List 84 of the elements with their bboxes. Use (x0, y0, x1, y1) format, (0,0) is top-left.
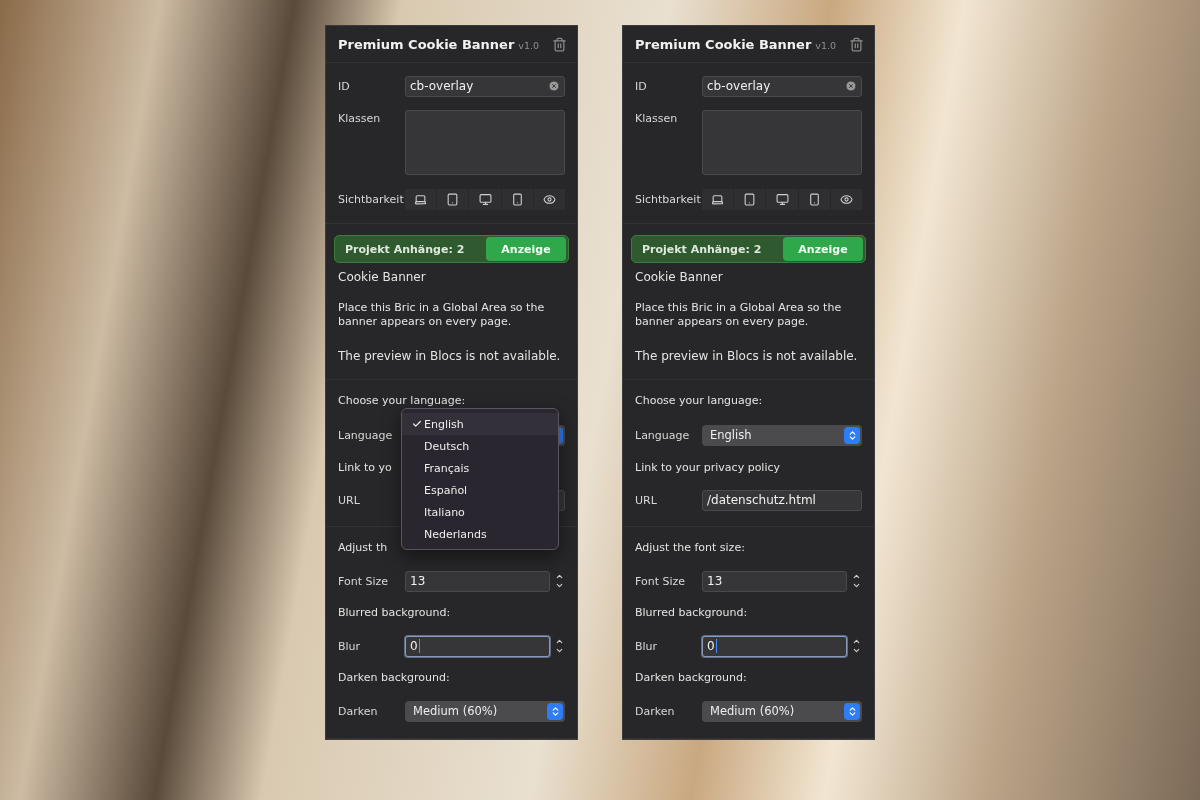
select-arrows-icon (547, 702, 563, 720)
laptop-icon (711, 192, 725, 206)
monitor-view-button[interactable] (469, 188, 501, 210)
darken-select[interactable]: Medium (60%) (702, 700, 862, 722)
attachments-label: Projekt Anhänge: 2 (345, 242, 465, 256)
section-heading: Adjust th (338, 540, 388, 556)
laptop-view-button[interactable] (702, 188, 734, 210)
field-label: ID (338, 79, 351, 93)
language-select[interactable]: English (702, 424, 862, 446)
tablet-view-button[interactable] (734, 188, 766, 210)
url-field[interactable]: /datenschutz.html (702, 489, 862, 511)
classes-field[interactable] (702, 110, 862, 175)
laptop-view-button[interactable] (405, 188, 437, 210)
tablet-icon (446, 192, 460, 206)
description-text: Place this Bric in a Global Area so the banner appears on every page. (338, 301, 546, 329)
version-label: v1.0 (518, 39, 540, 51)
monitor-view-button[interactable] (766, 188, 798, 210)
field-label: Klassen (635, 111, 679, 125)
bric-name: Cookie Banner (338, 270, 427, 284)
classes-field[interactable] (405, 110, 565, 175)
section-heading: Adjust the font size: (635, 540, 745, 556)
laptop-icon (414, 192, 428, 206)
bric-name: Cookie Banner (635, 270, 724, 284)
field-label: Language (338, 428, 394, 442)
field-label: ID (635, 79, 648, 93)
eye-view-button[interactable] (533, 188, 565, 210)
section-heading: Choose your language: (338, 393, 466, 409)
blur-field[interactable]: 0 (405, 635, 550, 657)
id-field[interactable]: cb-overlay (405, 75, 565, 97)
tablet-view-button[interactable] (437, 188, 469, 210)
id-field[interactable]: cb-overlay (702, 75, 862, 97)
monitor-icon (775, 192, 789, 206)
field-label: URL (635, 493, 658, 507)
phone-icon (510, 192, 524, 206)
field-label: Darken (338, 704, 379, 718)
menu-item[interactable]: Deutsch (402, 435, 558, 457)
clear-icon[interactable] (845, 80, 857, 92)
eye-icon (839, 192, 853, 206)
section-heading: Blurred background: (338, 605, 451, 621)
field-label: Klassen (338, 111, 382, 125)
section-heading: Darken background: (635, 670, 747, 686)
menu-item[interactable]: Français (402, 457, 558, 479)
monitor-icon (478, 192, 492, 206)
trash-icon[interactable] (552, 36, 567, 52)
tablet-icon (743, 192, 757, 206)
trash-icon[interactable] (849, 36, 864, 52)
field-label: Sichtbarkeit (635, 192, 702, 206)
check-icon (412, 419, 422, 429)
panel-title: Premium Cookie Banner (338, 36, 515, 52)
phone-view-button[interactable] (501, 188, 533, 210)
preview-note: The preview in Blocs is not available. (338, 349, 562, 363)
preview-note: The preview in Blocs is not available. (635, 349, 859, 363)
section-heading: Blurred background: (635, 605, 748, 621)
font-size-field[interactable]: 13 (405, 570, 550, 592)
description-text: Place this Bric in a Global Area so the banner appears on every page. (635, 301, 843, 329)
field-label: Blur (635, 639, 659, 653)
field-label: Font Size (338, 574, 390, 588)
section-heading: Link to yo (338, 460, 392, 476)
panel-title: Premium Cookie Banner (635, 36, 812, 52)
field-label: Blur (338, 639, 362, 653)
darken-select[interactable]: Medium (60%) (405, 700, 565, 722)
eye-view-button[interactable] (830, 188, 862, 210)
select-arrows-icon (844, 426, 860, 444)
field-label: Sichtbarkeit (338, 192, 405, 206)
select-arrows-icon (844, 702, 860, 720)
section-heading: Darken background: (338, 670, 450, 686)
phone-icon (807, 192, 821, 206)
version-label: v1.0 (815, 39, 837, 51)
section-heading: Link to your privacy policy (635, 460, 781, 476)
menu-item[interactable]: Italiano (402, 501, 558, 523)
blur-field[interactable]: 0 (702, 635, 847, 657)
menu-item[interactable]: English (402, 413, 558, 435)
field-label: Language (635, 428, 691, 442)
menu-item[interactable]: Nederlands (402, 523, 558, 545)
phone-view-button[interactable] (798, 188, 830, 210)
eye-icon (542, 192, 556, 206)
clear-icon[interactable] (548, 80, 560, 92)
field-label: URL (338, 493, 361, 507)
attachments-label: Projekt Anhänge: 2 (642, 242, 762, 256)
menu-item[interactable]: Español (402, 479, 558, 501)
font-size-field[interactable]: 13 (702, 570, 847, 592)
field-label: Darken (635, 704, 676, 718)
section-heading: Choose your language: (635, 393, 763, 409)
field-label: Font Size (635, 574, 687, 588)
